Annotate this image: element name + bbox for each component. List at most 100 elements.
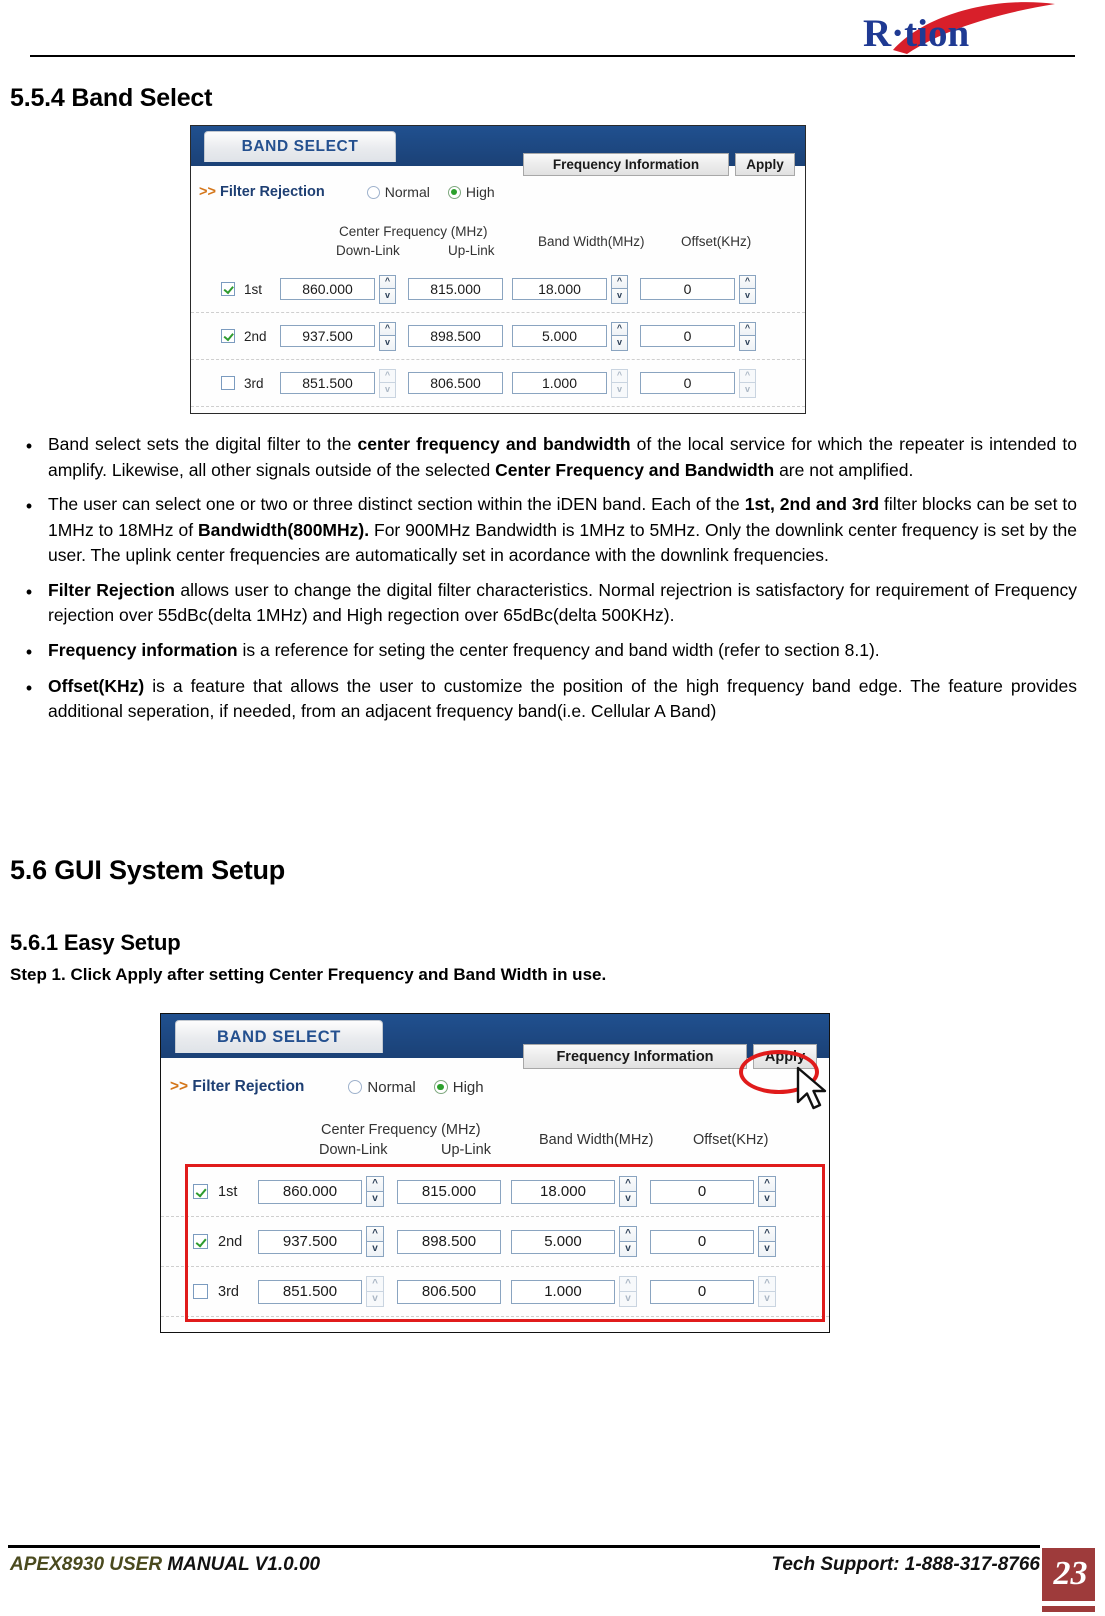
up-link-input[interactable]: 898.500	[397, 1229, 501, 1254]
stepper-up-icon[interactable]: ^	[739, 321, 756, 336]
band-width-input[interactable]: 1.000	[511, 1279, 615, 1304]
stepper-up-icon[interactable]: ^	[619, 1226, 637, 1242]
stepper-down-icon[interactable]: v	[366, 1241, 384, 1257]
band-width-input[interactable]: 18.000	[512, 278, 607, 300]
stepper-down-icon[interactable]: v	[739, 336, 756, 351]
band-width-input[interactable]: 1.000	[512, 372, 607, 394]
offset-input[interactable]: 0	[640, 278, 735, 300]
stepper-up-icon[interactable]: ^	[739, 368, 756, 383]
stepper-down-icon[interactable]: v	[611, 383, 628, 398]
stepper-up-icon[interactable]: ^	[619, 1176, 637, 1192]
up-link-input[interactable]: 815.000	[408, 278, 503, 300]
stepper-down-icon[interactable]: v	[619, 1241, 637, 1257]
band-width-stepper[interactable]: ^ v	[619, 1226, 637, 1257]
radio-normal-icon[interactable]	[366, 185, 380, 199]
row-enable-checkbox[interactable]	[193, 1184, 208, 1199]
stepper-up-icon[interactable]: ^	[739, 274, 756, 289]
stepper-up-icon[interactable]: ^	[758, 1176, 776, 1192]
down-link-stepper[interactable]: ^ v	[379, 321, 396, 351]
stepper-down-icon[interactable]: v	[739, 289, 756, 304]
down-link-input[interactable]: 860.000	[258, 1179, 362, 1204]
stepper-down-icon[interactable]: v	[366, 1191, 384, 1207]
stepper-up-icon[interactable]: ^	[611, 368, 628, 383]
stepper-up-icon[interactable]: ^	[758, 1226, 776, 1242]
offset-input[interactable]: 0	[640, 325, 735, 347]
stepper-up-icon[interactable]: ^	[379, 368, 396, 383]
stepper-down-icon[interactable]: v	[619, 1191, 637, 1207]
stepper-down-icon[interactable]: v	[379, 383, 396, 398]
stepper-down-icon[interactable]: v	[379, 289, 396, 304]
stepper-up-icon[interactable]: ^	[619, 1276, 637, 1292]
band-width-stepper[interactable]: ^ v	[619, 1276, 637, 1307]
down-link-input[interactable]: 937.500	[258, 1229, 362, 1254]
offset-input[interactable]: 0	[650, 1179, 754, 1204]
offset-stepper[interactable]: ^ v	[739, 274, 756, 304]
down-link-input[interactable]: 860.000	[280, 278, 375, 300]
row-enable-checkbox[interactable]	[221, 282, 235, 296]
down-link-stepper[interactable]: ^ v	[366, 1276, 384, 1307]
band-width-stepper[interactable]: ^ v	[611, 274, 628, 304]
offset-input[interactable]: 0	[650, 1279, 754, 1304]
row-enable-checkbox[interactable]	[221, 376, 235, 390]
stepper-down-icon[interactable]: v	[758, 1291, 776, 1307]
stepper-down-icon[interactable]: v	[366, 1291, 384, 1307]
down-link-stepper[interactable]: ^ v	[379, 274, 396, 304]
radio-normal-icon[interactable]	[348, 1080, 363, 1094]
radio-high-icon[interactable]	[447, 185, 461, 199]
stepper-down-icon[interactable]: v	[739, 383, 756, 398]
down-link-stepper[interactable]: ^ v	[379, 368, 396, 398]
offset-stepper[interactable]: ^ v	[758, 1276, 776, 1307]
down-link-stepper[interactable]: ^ v	[366, 1226, 384, 1257]
stepper-up-icon[interactable]: ^	[379, 321, 396, 336]
stepper-up-icon[interactable]: ^	[758, 1276, 776, 1292]
gui-button-bar: Frequency Information Apply	[523, 153, 795, 176]
radio-normal[interactable]: Normal	[366, 184, 430, 200]
row-enable-checkbox[interactable]	[221, 329, 235, 343]
down-link-input[interactable]: 937.500	[280, 325, 375, 347]
stepper-down-icon[interactable]: v	[619, 1291, 637, 1307]
offset-stepper[interactable]: ^ v	[758, 1226, 776, 1257]
stepper-down-icon[interactable]: v	[611, 336, 628, 351]
band-width-input[interactable]: 18.000	[511, 1179, 615, 1204]
apply-button[interactable]: Apply	[735, 153, 795, 176]
stepper-up-icon[interactable]: ^	[611, 274, 628, 289]
band-width-input[interactable]: 5.000	[511, 1229, 615, 1254]
offset-input[interactable]: 0	[650, 1229, 754, 1254]
stepper-down-icon[interactable]: v	[758, 1191, 776, 1207]
down-link-stepper[interactable]: ^ v	[366, 1176, 384, 1207]
tab-band-select[interactable]: BAND SELECT	[204, 131, 396, 162]
apply-button[interactable]: Apply	[753, 1044, 817, 1069]
offset-stepper[interactable]: ^ v	[739, 368, 756, 398]
up-link-input[interactable]: 806.500	[408, 372, 503, 394]
radio-normal[interactable]: Normal	[348, 1079, 416, 1096]
stepper-down-icon[interactable]: v	[758, 1241, 776, 1257]
frequency-information-button[interactable]: Frequency Information	[523, 153, 729, 176]
band-width-stepper[interactable]: ^ v	[611, 368, 628, 398]
down-link-input[interactable]: 851.500	[280, 372, 375, 394]
frequency-information-button[interactable]: Frequency Information	[523, 1044, 747, 1069]
stepper-up-icon[interactable]: ^	[611, 321, 628, 336]
offset-stepper[interactable]: ^ v	[758, 1176, 776, 1207]
stepper-up-icon[interactable]: ^	[379, 274, 396, 289]
down-link-input[interactable]: 851.500	[258, 1279, 362, 1304]
up-link-input[interactable]: 806.500	[397, 1279, 501, 1304]
band-width-input[interactable]: 5.000	[512, 325, 607, 347]
stepper-up-icon[interactable]: ^	[366, 1276, 384, 1292]
radio-high[interactable]: High	[433, 1079, 484, 1096]
radio-high-icon[interactable]	[433, 1080, 448, 1094]
offset-input[interactable]: 0	[640, 372, 735, 394]
col-header-band-width: Band Width(MHz)	[539, 1132, 654, 1148]
row-enable-checkbox[interactable]	[193, 1284, 208, 1299]
stepper-up-icon[interactable]: ^	[366, 1226, 384, 1242]
up-link-input[interactable]: 898.500	[408, 325, 503, 347]
radio-high[interactable]: High	[447, 184, 495, 200]
up-link-input[interactable]: 815.000	[397, 1179, 501, 1204]
row-enable-checkbox[interactable]	[193, 1234, 208, 1249]
band-width-stepper[interactable]: ^ v	[619, 1176, 637, 1207]
stepper-down-icon[interactable]: v	[611, 289, 628, 304]
stepper-up-icon[interactable]: ^	[366, 1176, 384, 1192]
band-width-stepper[interactable]: ^ v	[611, 321, 628, 351]
stepper-down-icon[interactable]: v	[379, 336, 396, 351]
tab-band-select[interactable]: BAND SELECT	[175, 1020, 383, 1053]
offset-stepper[interactable]: ^ v	[739, 321, 756, 351]
